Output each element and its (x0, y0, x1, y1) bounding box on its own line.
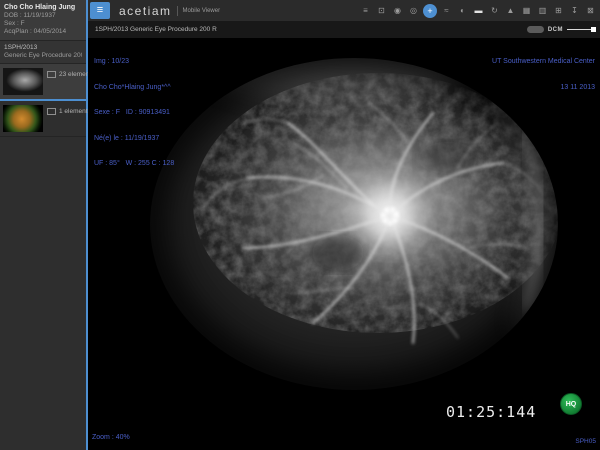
series-thumbnail-color-fundus[interactable] (3, 105, 43, 132)
magnifier-icon[interactable]: ◎ (407, 4, 420, 17)
overlay-birth-date: Né(e) le : 11/19/1937 (94, 134, 160, 142)
hamburger-icon: ≡ (96, 4, 104, 16)
patient-sex: Sex : F (4, 20, 25, 27)
export-icon[interactable]: ⊞ (552, 4, 565, 17)
dicom-overlay-top-right: UT Southwestern Medical Center 13 11 201… (492, 41, 595, 109)
windowing-icon[interactable]: ≈ (440, 4, 453, 17)
zoom-level-overlay: Zoom : 40% (92, 433, 130, 441)
pan-tool-icon[interactable]: + (423, 3, 437, 18)
logo-divider (176, 5, 178, 16)
study-sidebar: Cho Cho Hlaing Jung DOB : 11/19/1937 Sex… (0, 0, 94, 450)
study-description: Generic Eye Procedure 200 R (4, 52, 82, 59)
zoom-slider[interactable] (567, 26, 596, 33)
layout-grid-icon[interactable]: ▦ (520, 4, 533, 17)
mobile-viewer-app: Cho Cho Hlaing Jung DOB : 11/19/1937 Sex… (0, 0, 600, 450)
contrast-icon[interactable]: ◐ (456, 4, 469, 17)
shutter-icon[interactable]: ▬ (472, 4, 485, 17)
dcm-toggle[interactable] (526, 26, 544, 33)
overlay-image-index: Img : 10/23 (94, 58, 130, 65)
tab-bar-controls: DCM (526, 26, 596, 33)
series-element-count: 1 element (59, 108, 88, 115)
top-toolbar: ≡ acetiam Mobile Viewer ≡ ⊡ ◉ ◎ + ≈ ◐ ▬ … (88, 0, 600, 21)
rotate-icon[interactable]: ↻ (488, 4, 501, 17)
hq-badge-label: HQ (565, 400, 577, 408)
acetiam-logo: acetiam (119, 3, 172, 18)
series-thumbnail-angiography[interactable] (3, 68, 43, 95)
patient-acq-date: AcqPlan : 04/05/2014 (4, 28, 67, 35)
zoom-slider-handle[interactable] (591, 27, 596, 32)
study-tab-bar: 1SPH/2013 Generic Eye Procedure 200 R DC… (88, 21, 600, 38)
dcm-label: DCM (547, 26, 563, 33)
overlay-series-code: SPH05 (575, 438, 596, 445)
patient-name: Cho Cho Hlaing Jung (4, 4, 76, 11)
series-list-icon[interactable]: ≡ (359, 4, 372, 17)
dicom-overlay-bottom-right: SPH05 200Tc (575, 423, 596, 450)
annotation-icon[interactable]: ▲ (504, 4, 517, 17)
series-item-angiography[interactable]: 23 elements (0, 64, 94, 101)
download-icon[interactable]: ↧ (568, 4, 581, 17)
overlay-institution: UT Southwestern Medical Center (492, 58, 595, 65)
angiography-timer: 01:25:144 (446, 403, 537, 421)
patient-dob: DOB : 11/19/1937 (4, 12, 56, 19)
fit-screen-icon[interactable]: ⊡ (375, 4, 388, 17)
study-id: 1SPH/2013 (4, 44, 38, 51)
series-item-color-fundus[interactable]: 1 element (0, 101, 88, 137)
overlay-sex-id: Sexe : F ID : 90913491 (94, 109, 170, 116)
overlay-patient-name: Cho Cho*Hlaing Jung*^^ (94, 83, 171, 91)
zoom-tool-icon[interactable]: ◉ (391, 4, 404, 17)
overlay-window-settings: UF : 85° W : 255 C : 128 (94, 160, 175, 167)
image-viewport[interactable]: Img : 10/23 Cho Cho*Hlaing Jung*^^ Sexe … (88, 38, 600, 450)
product-name: Mobile Viewer (182, 7, 221, 14)
dicom-overlay-top-left: Img : 10/23 Cho Cho*Hlaing Jung*^^ Sexe … (94, 41, 174, 186)
hq-quality-badge[interactable]: HQ (560, 393, 582, 415)
hamburger-menu-button[interactable]: ≡ (90, 2, 110, 19)
study-info-panel: 1SPH/2013 Generic Eye Procedure 200 R (0, 40, 86, 64)
series-label-row: 1 element (47, 108, 88, 115)
close-study-icon[interactable]: ⊠ (584, 4, 597, 17)
layout-rows-icon[interactable]: ▥ (536, 4, 549, 17)
patient-info-panel: Cho Cho Hlaing Jung DOB : 11/19/1937 Sex… (0, 0, 86, 40)
study-tab[interactable]: 1SPH/2013 Generic Eye Procedure 200 R (95, 26, 217, 33)
overlay-study-date: 13 11 2013 (560, 83, 595, 91)
tool-button-row: ≡ ⊡ ◉ ◎ + ≈ ◐ ▬ ↻ ▲ ▦ ▥ ⊞ ↧ ⊠ (359, 3, 597, 18)
elements-stack-icon (47, 108, 56, 115)
series-list: 23 elements 1 element (0, 64, 94, 137)
elements-stack-icon (47, 71, 56, 78)
